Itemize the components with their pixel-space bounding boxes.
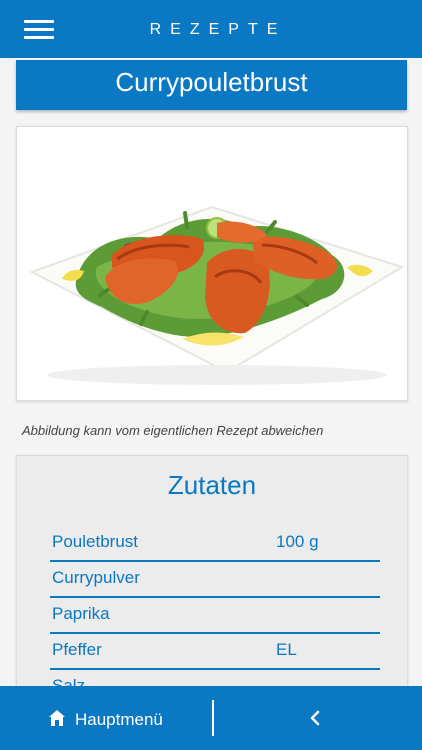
chevron-left-icon — [310, 710, 320, 726]
ingredient-row: Paprika — [50, 598, 380, 634]
ingredients-title: Zutaten — [167, 470, 257, 500]
ingredient-name: Pouletbrust — [52, 532, 138, 551]
ingredient-name: Pfeffer — [52, 640, 102, 659]
bottom-nav-bar: Hauptmenü — [0, 686, 422, 750]
ingredient-quantity: 100 g — [276, 532, 319, 551]
image-disclaimer: Abbildung kann vom eigentlichen Rezept a… — [22, 423, 324, 438]
ingredient-row: Pfeffer EL — [50, 634, 380, 670]
ingredient-quantity: EL — [276, 640, 297, 659]
back-button[interactable] — [214, 686, 422, 750]
ingredient-row: Currypulver — [50, 562, 380, 598]
ingredient-name: Paprika — [52, 604, 110, 623]
main-menu-button[interactable]: Hauptmenü — [0, 686, 212, 750]
ingredient-name: Currypulver — [52, 568, 140, 587]
app-title: REZEPTE — [149, 21, 287, 38]
recipe-title: Currypouletbrust — [16, 60, 407, 110]
recipe-photo — [16, 126, 408, 401]
home-icon — [49, 710, 65, 726]
main-menu-label: Hauptmenü — [75, 710, 163, 729]
top-app-bar: REZEPTE — [0, 0, 422, 58]
ingredient-row: Pouletbrust 100 g — [50, 526, 380, 562]
